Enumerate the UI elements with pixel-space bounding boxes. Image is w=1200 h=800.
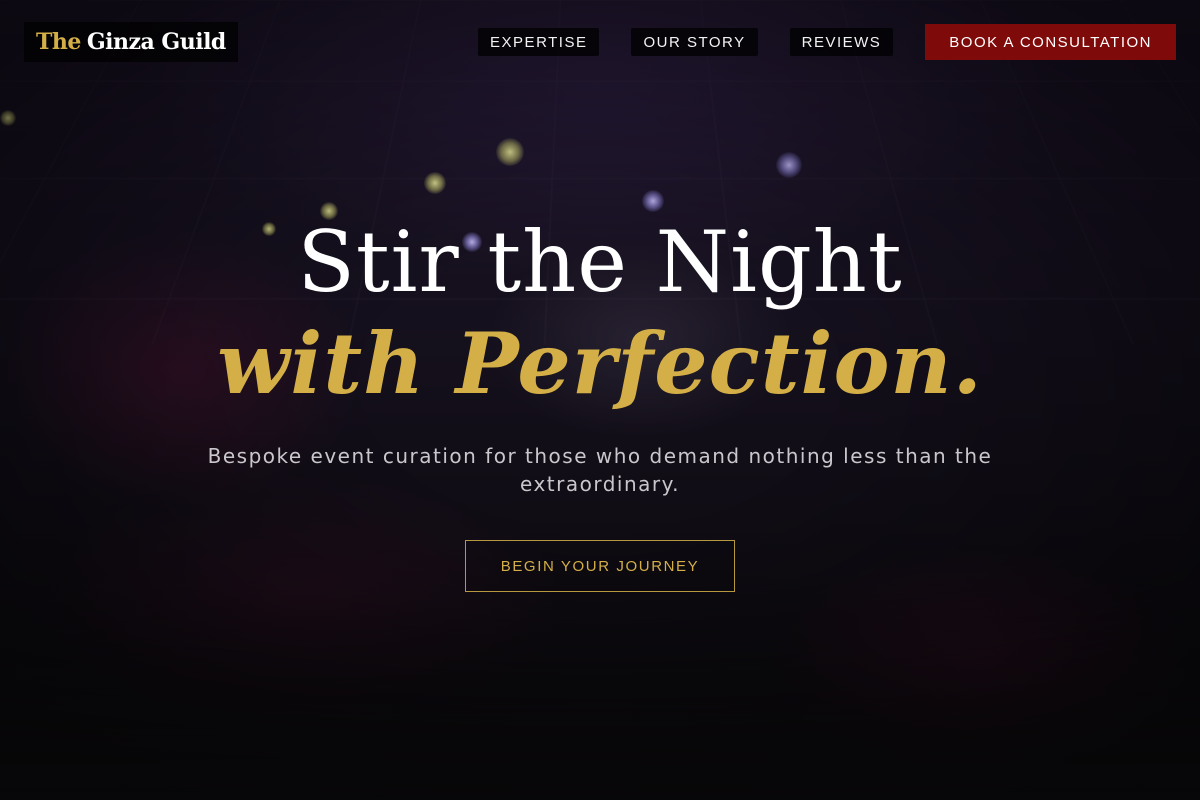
nav-link-our-story[interactable]: OUR STORY bbox=[631, 28, 758, 56]
nav-link-expertise[interactable]: EXPERTISE bbox=[478, 28, 600, 56]
hero-headline-line2: with Perfection. bbox=[217, 314, 983, 413]
nav-link-reviews[interactable]: REVIEWS bbox=[789, 28, 894, 56]
hero-subtitle: Bespoke event curation for those who dem… bbox=[207, 444, 993, 496]
site-logo[interactable]: The Ginza Guild bbox=[24, 22, 238, 62]
main-nav: EXPERTISE OUR STORY REVIEWS BOOK A CONSU… bbox=[446, 24, 1176, 60]
hero-content: Stir the Night with Perfection. Bespoke … bbox=[0, 210, 1200, 592]
book-consultation-button[interactable]: BOOK A CONSULTATION bbox=[925, 24, 1176, 60]
logo-text: Ginza Guild bbox=[86, 29, 226, 55]
hero-section: The Ginza Guild EXPERTISE OUR STORY REVI… bbox=[0, 0, 1200, 800]
hero-headline-line1: Stir the Night bbox=[297, 213, 903, 311]
begin-journey-button[interactable]: BEGIN YOUR JOURNEY bbox=[465, 540, 735, 592]
logo-accent: The bbox=[36, 29, 81, 55]
background-fade bbox=[0, 580, 1200, 800]
